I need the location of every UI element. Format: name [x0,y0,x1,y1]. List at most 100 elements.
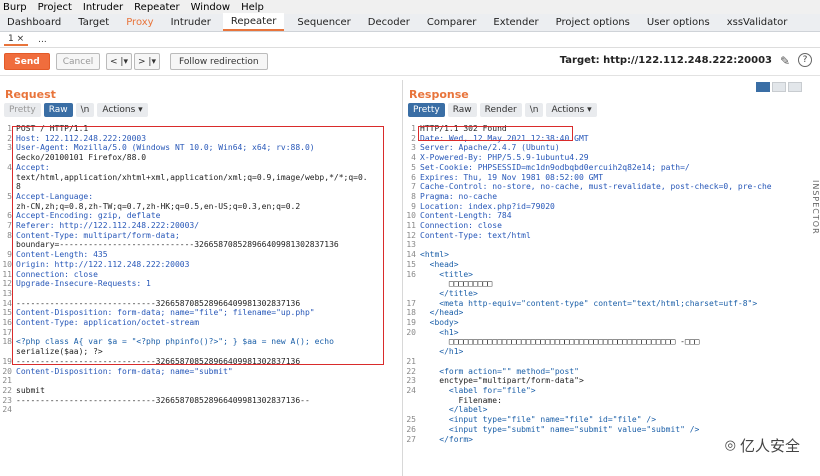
forward-dropdown-icon[interactable]: |▾ [148,57,156,67]
back-button[interactable]: < |▾ [106,53,132,70]
line-number: 10 [406,211,416,221]
code-line: 21 [404,357,820,367]
line-text: <form action="" method="post" [420,366,579,376]
menu-help[interactable]: Help [241,2,264,13]
line-number: 20 [2,366,12,376]
edit-target-icon[interactable]: ✎ [780,54,790,68]
tab-xssvalidator[interactable]: xssValidator [727,17,788,31]
code-line: 25 <input type="file" name="file" id="fi… [404,415,820,425]
forward-button[interactable]: > |▾ [133,53,160,70]
line-number: 15 [406,259,416,269]
code-line: 13 [404,240,820,250]
subtab-1[interactable]: 1 × [4,34,29,46]
code-line: 16 <title> [404,270,820,280]
response-view-pretty[interactable]: Pretty [408,102,445,117]
line-text: </h1> [420,347,464,357]
line-text: Content-Type: text/html [420,230,531,240]
code-line: 19 <body> [404,318,820,328]
line-number [404,279,420,289]
request-view-actions[interactable]: Actions ▾ [97,102,148,117]
line-number: 12 [406,230,416,240]
menu-project[interactable]: Project [38,2,72,13]
tab-repeater[interactable]: Repeater [222,13,285,31]
code-line: 26 <input type="submit" name="submit" va… [404,425,820,435]
line-number: 17 [406,298,416,308]
menu-repeater[interactable]: Repeater [134,2,179,13]
tab-extender[interactable]: Extender [493,17,538,31]
code-line: □□□□□□□□□□□□□□□□□□□□□□□□□□□□□□□□□□□□□□□□… [404,337,820,347]
line-number: 14 [406,250,416,260]
line-number [404,289,420,299]
line-number: 26 [406,424,416,434]
code-line: 21 [0,376,402,386]
menu-intruder[interactable]: Intruder [83,2,123,13]
line-number [404,347,420,357]
request-view-pretty[interactable]: Pretty [4,102,41,117]
line-text: □□□□□□□□□□□□□□□□□□□□□□□□□□□□□□□□□□□□□□□□… [420,337,700,347]
code-line: 20 Content-Disposition: form-data; name="… [0,367,402,377]
cancel-button[interactable]: Cancel [56,53,100,70]
code-line: 14 <html> [404,250,820,260]
line-number: 27 [406,434,416,444]
send-button[interactable]: Send [4,53,50,70]
code-line: Filename: [404,396,820,406]
request-view-raw[interactable]: Raw [43,102,73,117]
tab-user-options[interactable]: User options [647,17,710,31]
code-line: 23 enctype="multipart/form-data"> [404,376,820,386]
line-number: 23 [406,376,416,386]
line-number: 9 [411,201,416,211]
line-text: </label> [420,405,488,415]
tab-decoder[interactable]: Decoder [368,17,410,31]
tab-target[interactable]: Target [78,17,109,31]
code-line: 12 Content-Type: text/html [404,231,820,241]
response-highlight-box [418,126,573,141]
target-label[interactable]: Target: http://122.112.248.222:20003 [560,55,772,66]
line-text: </form> [420,434,473,444]
code-line: 10 Content-Length: 784 [404,211,820,221]
line-text: <title> [420,269,473,279]
code-line: 11 Connection: close [404,221,820,231]
subtab-new[interactable]: ... [38,35,47,45]
help-icon[interactable]: ? [798,53,812,67]
back-dropdown-icon[interactable]: |▾ [120,57,128,67]
repeater-toolbar: Send Cancel < |▾ > |▾ Follow redirection… [0,48,820,76]
follow-redirection-button[interactable]: Follow redirection [169,53,268,70]
line-number: 22 [2,385,12,395]
response-view-newline[interactable]: \n [524,102,544,117]
layout-vertical-icon[interactable] [772,82,786,92]
tab-dashboard[interactable]: Dashboard [7,17,61,31]
line-text: <input type="submit" name="submit" value… [420,424,700,434]
layout-toggle [756,82,802,92]
response-editor[interactable]: 1 HTTP/1.1 302 Found 2 Date: Wed, 12 May 20… [404,124,820,476]
line-number [404,396,420,406]
line-number: 21 [2,376,12,386]
code-line: 18 </head> [404,308,820,318]
line-text: <h1> [420,327,459,337]
repeater-subtabs: 1 ×... [0,32,820,48]
request-view-newline[interactable]: \n [75,102,95,117]
tab-intruder[interactable]: Intruder [171,17,211,31]
line-number: 22 [406,366,416,376]
response-view-raw[interactable]: Raw [447,102,477,117]
tab-comparer[interactable]: Comparer [427,17,476,31]
line-number: 13 [406,240,416,250]
request-pane: Request Pretty Raw \n Actions ▾ 1 POST / HTT… [0,80,403,476]
layout-tabs-icon[interactable] [788,82,802,92]
line-number: 5 [411,162,416,172]
menu-window[interactable]: Window [191,2,230,13]
response-view-render[interactable]: Render [479,102,522,117]
layout-side-by-side-icon[interactable] [756,82,770,92]
line-text: -----------------------------32665870852… [16,395,310,405]
line-number: 7 [411,182,416,192]
inspector-tab[interactable]: INSPECTOR [808,180,820,280]
response-view-actions[interactable]: Actions ▾ [546,102,597,117]
tab-project-options[interactable]: Project options [556,17,630,31]
watermark-text: 亿人安全 [739,437,800,455]
tab-proxy[interactable]: Proxy [126,17,153,31]
menu-burp[interactable]: Burp [3,2,27,13]
line-text: <label for="file"> [420,385,536,395]
code-line: 20 <h1> [404,328,820,338]
line-number [404,337,420,347]
line-number: 25 [406,415,416,425]
tab-sequencer[interactable]: Sequencer [297,17,350,31]
